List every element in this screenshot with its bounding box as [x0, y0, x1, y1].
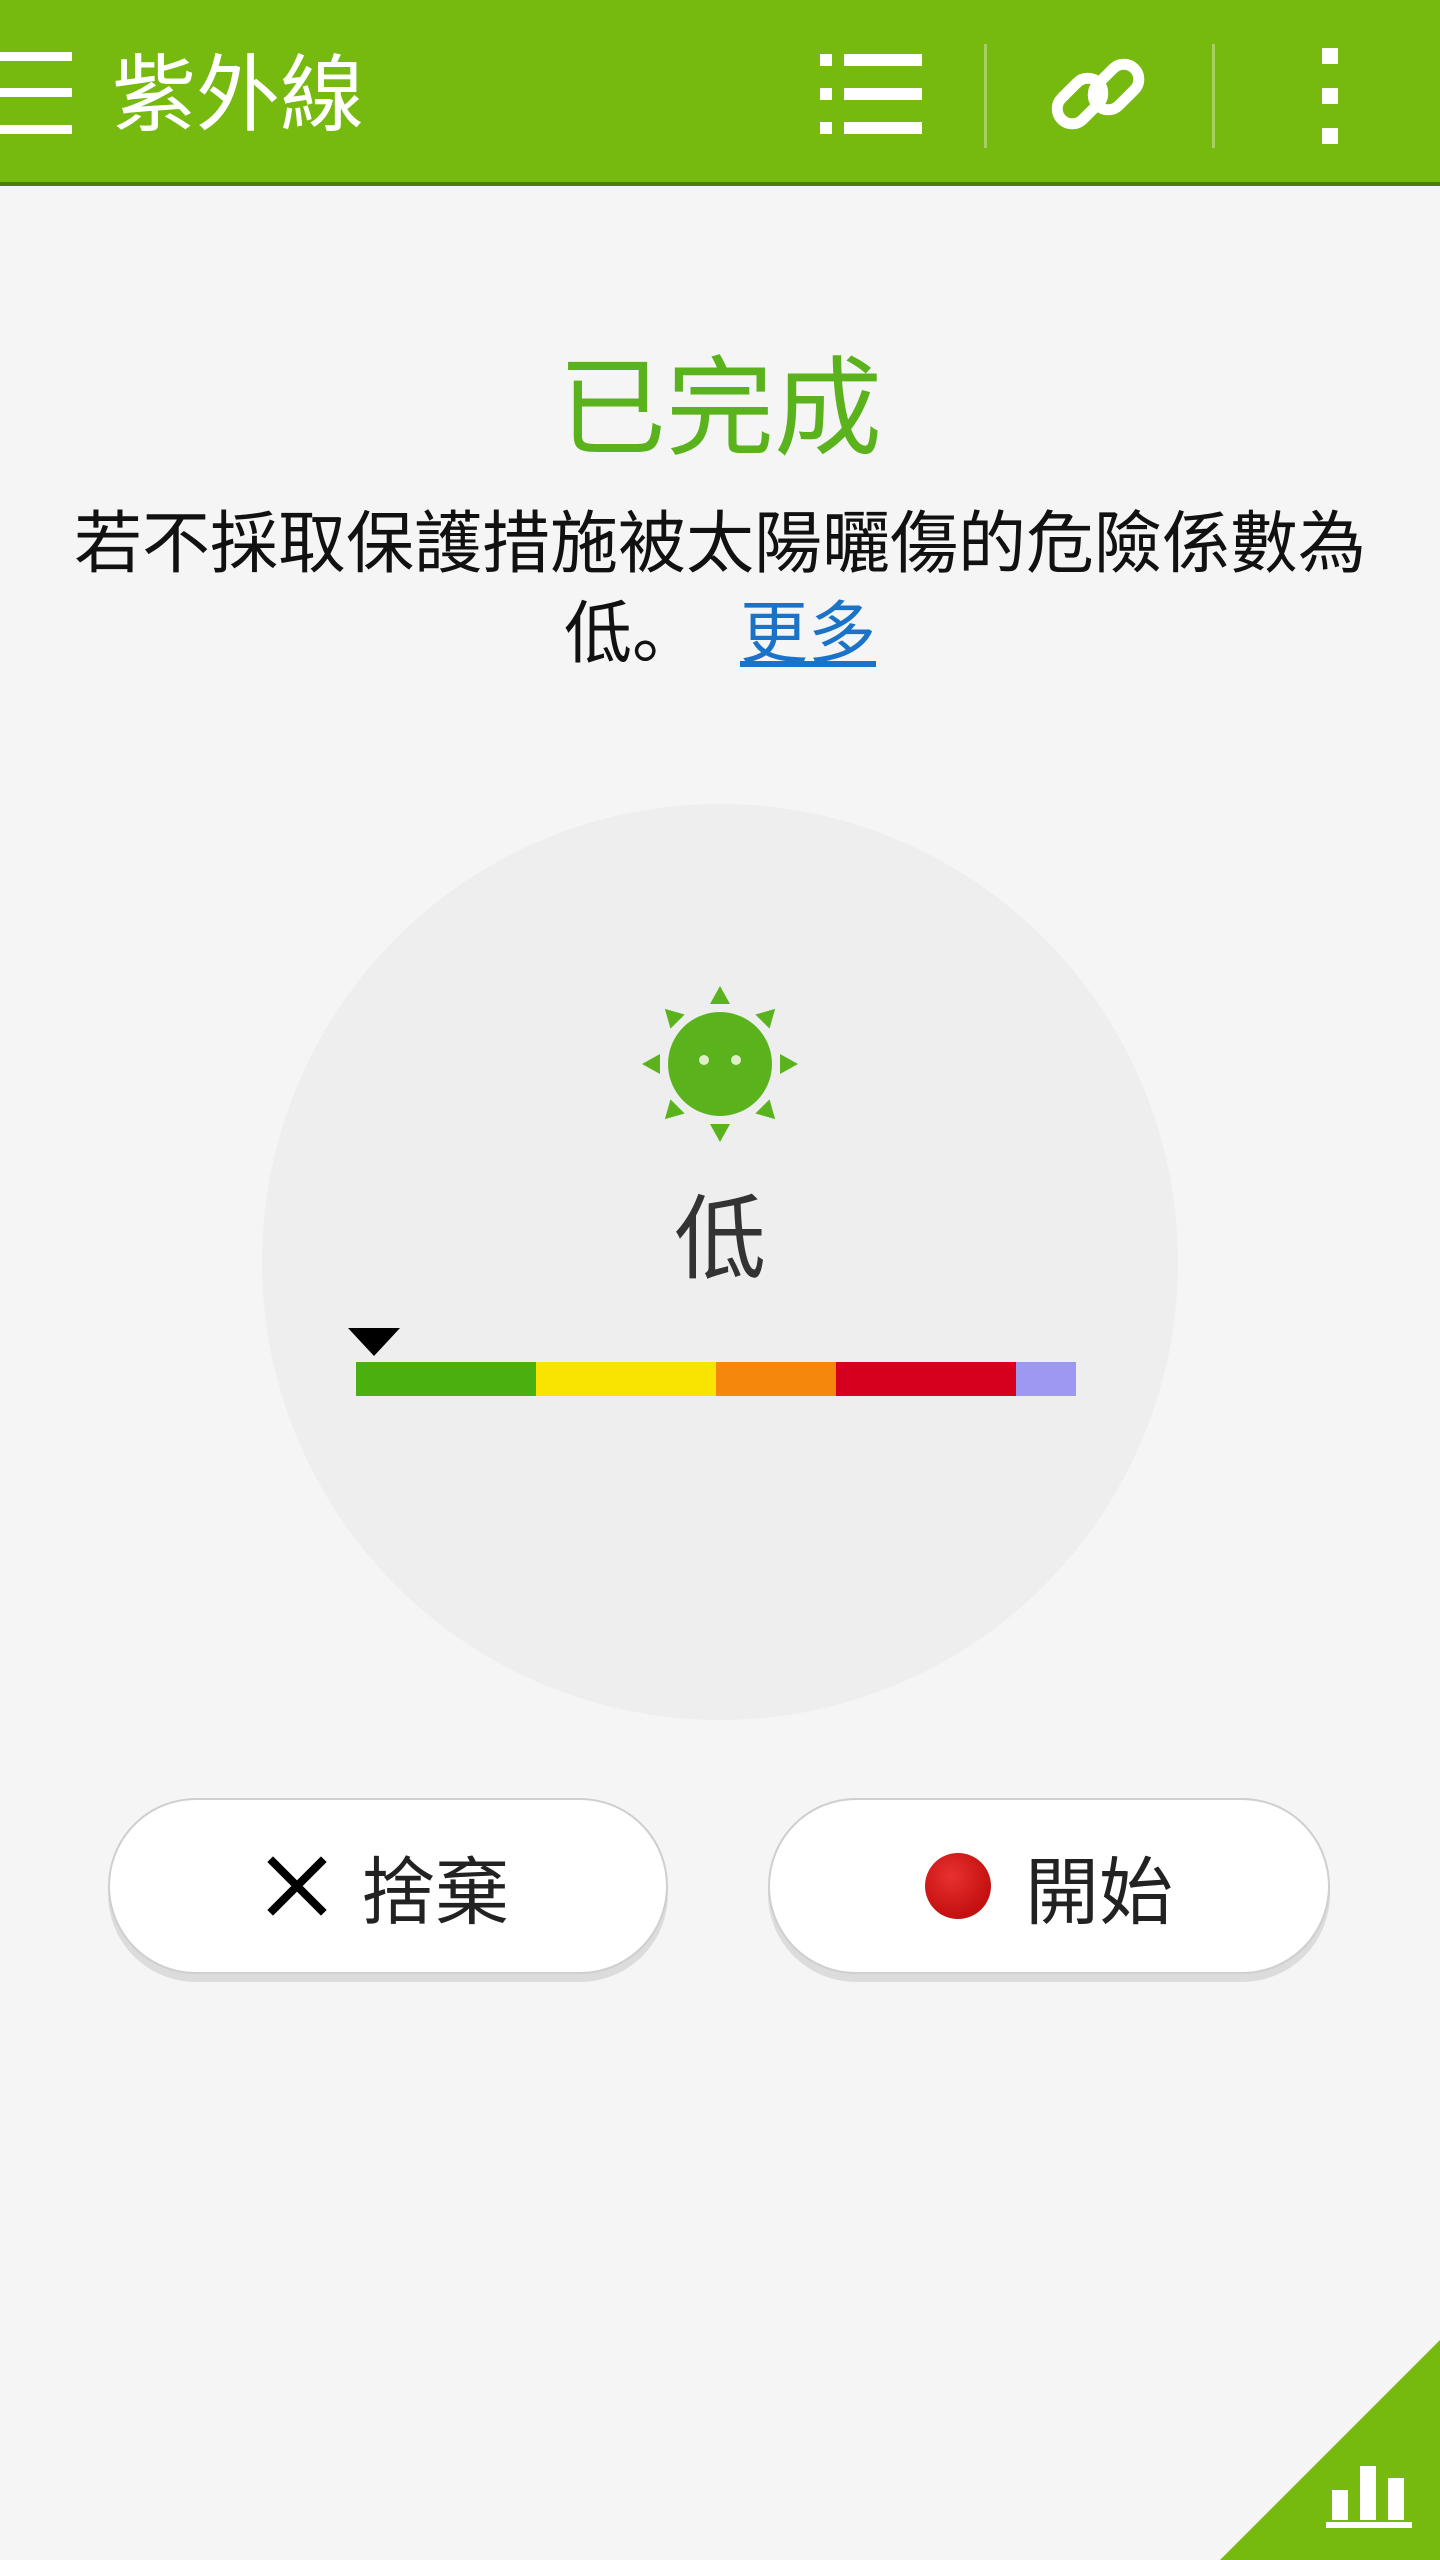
- discard-button[interactable]: 捨棄: [108, 1798, 668, 1974]
- uv-scale-bar: [356, 1362, 1076, 1396]
- status-message-text: 若不採取保護措施被太陽曬傷的危險係數為低。: [73, 505, 1366, 674]
- sun-ray: [710, 1124, 730, 1142]
- app-title: 紫外線: [112, 46, 365, 144]
- status-title: 已完成: [557, 347, 882, 472]
- sun-ray: [642, 1054, 660, 1074]
- toolbar-divider: [1212, 44, 1215, 148]
- more-vert-icon[interactable]: [1310, 44, 1350, 148]
- sun-ray: [710, 986, 730, 1004]
- uv-scale-segment: [1016, 1362, 1076, 1396]
- status-message: 若不採取保護措施被太陽曬傷的危險係數為低。 更多: [40, 500, 1400, 680]
- uv-scale-segment: [356, 1362, 536, 1396]
- sun-ray: [755, 1008, 776, 1029]
- uv-scale-segment: [716, 1362, 836, 1396]
- link-icon[interactable]: [1050, 46, 1146, 142]
- sun-ray: [664, 1099, 685, 1120]
- start-button[interactable]: 開始: [768, 1798, 1330, 1974]
- menu-icon[interactable]: [0, 50, 72, 136]
- sun-ray: [664, 1008, 685, 1029]
- sun-ray: [780, 1054, 798, 1074]
- uv-level-pointer: [348, 1328, 400, 1356]
- close-icon: [267, 1856, 327, 1916]
- list-icon[interactable]: [820, 52, 922, 136]
- sun-face-icon: [642, 986, 798, 1142]
- toolbar-divider: [984, 44, 987, 148]
- discard-button-label: 捨棄: [361, 1849, 509, 1936]
- app-bar: 紫外線: [0, 0, 1440, 186]
- bar-chart-icon[interactable]: [1326, 2446, 1412, 2528]
- sun-ray: [755, 1099, 776, 1120]
- record-dot-icon: [925, 1853, 991, 1919]
- start-button-label: 開始: [1025, 1849, 1173, 1936]
- uv-scale-segment: [836, 1362, 1016, 1396]
- uv-scale-segment: [536, 1362, 716, 1396]
- more-link[interactable]: 更多: [740, 595, 876, 674]
- uv-level-label: 低: [673, 1186, 766, 1293]
